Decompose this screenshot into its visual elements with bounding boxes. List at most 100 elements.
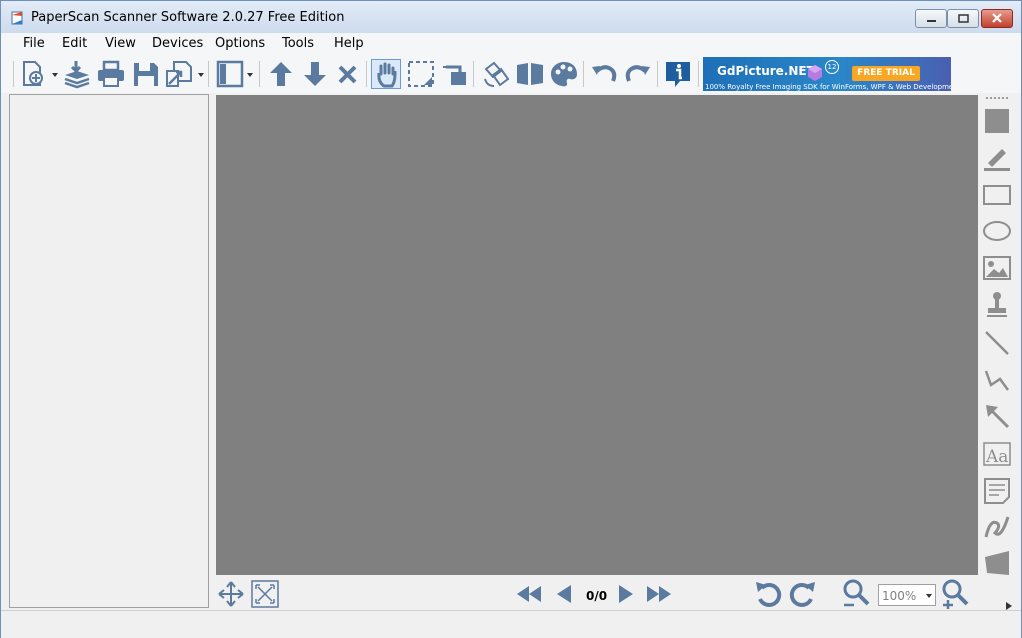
rotate-left-icon (756, 582, 782, 607)
rectangle-tool[interactable] (981, 179, 1013, 211)
redo-button[interactable] (623, 59, 653, 89)
move-up-icon (270, 62, 292, 86)
svg-text:Aa: Aa (985, 447, 1008, 467)
minimize-button[interactable] (915, 9, 947, 28)
new-document-dropdown-icon[interactable] (52, 73, 58, 77)
line-icon (985, 331, 1009, 355)
window-title: PaperScan Scanner Software 2.0.27 Free E… (31, 10, 345, 25)
delete-page-button[interactable] (333, 59, 363, 89)
toolbar-separator (366, 61, 367, 87)
menu-file[interactable]: File (23, 36, 45, 51)
page-layout-dropdown-icon[interactable] (247, 73, 253, 77)
menu-options[interactable]: Options (215, 36, 265, 51)
page-layout-button[interactable] (215, 59, 245, 89)
free-trial-button[interactable]: FREE TRIAL (852, 66, 920, 81)
highlighter-tool[interactable] (981, 141, 1013, 173)
selection-icon (408, 61, 434, 87)
toolbar-separator (259, 61, 260, 87)
navigation-bar: 0/0 100% (216, 577, 978, 609)
gdpicture-ad-banner[interactable]: GdPicture.NET 12 FREE TRIAL 100% Royalty… (703, 57, 951, 91)
color-adjust-button[interactable] (549, 59, 579, 89)
info-icon (666, 62, 690, 87)
next-page-button[interactable] (610, 579, 640, 609)
about-button[interactable] (663, 59, 693, 89)
menu-devices[interactable]: Devices (152, 36, 203, 51)
ellipse-tool[interactable] (981, 215, 1013, 247)
rotate-right-button[interactable] (788, 579, 818, 609)
sticky-note-tool[interactable] (981, 475, 1013, 507)
toolbar-separator (657, 61, 658, 87)
close-button[interactable] (981, 9, 1013, 28)
delete-icon (338, 65, 357, 84)
rotate-left-button[interactable] (753, 579, 783, 609)
toolbar-separator (583, 61, 584, 87)
palette-icon (551, 62, 577, 87)
line-tool[interactable] (981, 327, 1013, 359)
maximize-button[interactable] (947, 9, 979, 28)
undo-button[interactable] (589, 59, 619, 89)
polyline-tool[interactable] (981, 363, 1013, 395)
save-button[interactable] (131, 59, 161, 89)
actual-size-button[interactable] (250, 579, 280, 609)
ad-version-badge: 12 (825, 60, 839, 74)
fit-page-icon (251, 580, 279, 608)
zoom-out-button[interactable] (841, 579, 871, 609)
stamp-tool[interactable] (981, 288, 1013, 320)
arrow-icon (986, 405, 1010, 429)
export-dropdown-icon[interactable] (198, 73, 204, 77)
crop-icon (443, 65, 466, 85)
minimize-icon (927, 20, 936, 22)
text-tool[interactable]: Aa (981, 438, 1013, 470)
page-layout-icon (216, 60, 244, 88)
move-down-icon (304, 62, 326, 86)
polyline-icon (984, 370, 1010, 391)
toolbar-separator (698, 61, 699, 87)
app-window: PaperScan Scanner Software 2.0.27 Free E… (0, 0, 1022, 638)
zoom-dropdown-icon (926, 594, 932, 598)
arrow-tool[interactable] (981, 400, 1013, 432)
fit-to-window-button[interactable] (216, 579, 246, 609)
freehand-tool[interactable] (981, 511, 1013, 543)
zoom-in-button[interactable] (940, 579, 970, 609)
first-page-icon (517, 586, 541, 602)
selection-tool-button[interactable] (406, 59, 436, 89)
zoom-in-icon (942, 579, 969, 609)
menu-help[interactable]: Help (334, 36, 364, 51)
split-page-button[interactable] (515, 59, 545, 89)
main-toolbar: GdPicture.NET 12 FREE TRIAL 100% Royalty… (1, 55, 1021, 93)
move-down-button[interactable] (300, 59, 330, 89)
polygon-tool[interactable] (981, 547, 1013, 579)
sticky-note-icon (984, 478, 1010, 504)
menu-view[interactable]: View (105, 36, 136, 51)
image-tool[interactable] (981, 252, 1013, 284)
menu-edit[interactable]: Edit (62, 36, 87, 51)
freehand-icon (984, 516, 1010, 538)
zoom-level-select[interactable]: 100% (878, 584, 936, 606)
acquire-button[interactable] (62, 59, 92, 89)
thumbnail-panel[interactable] (9, 94, 209, 608)
next-page-icon (619, 585, 633, 603)
toolbar-separator (208, 61, 209, 87)
filled-rectangle-tool[interactable] (981, 105, 1013, 137)
crop-button[interactable] (440, 59, 470, 89)
save-icon (134, 63, 158, 86)
ad-brand: GdPicture.NET (717, 64, 815, 78)
rotate-pages-button[interactable] (481, 59, 511, 89)
previous-page-icon (557, 585, 571, 603)
maximize-icon (958, 14, 969, 23)
first-page-button[interactable] (514, 579, 544, 609)
new-document-button[interactable] (19, 59, 49, 89)
last-page-button[interactable] (644, 579, 674, 609)
title-bar: PaperScan Scanner Software 2.0.27 Free E… (1, 1, 1021, 33)
annotation-toolbar: Aa (978, 95, 1015, 609)
ad-cube-icon (808, 65, 822, 81)
rotate-right-icon (789, 582, 815, 607)
move-up-button[interactable] (266, 59, 296, 89)
pan-tool-button[interactable] (371, 59, 401, 89)
previous-page-button[interactable] (550, 579, 580, 609)
document-viewer[interactable] (216, 95, 978, 575)
toolbar-grip (13, 61, 14, 87)
print-button[interactable] (96, 59, 126, 89)
export-button[interactable] (164, 59, 194, 89)
menu-tools[interactable]: Tools (282, 36, 314, 51)
